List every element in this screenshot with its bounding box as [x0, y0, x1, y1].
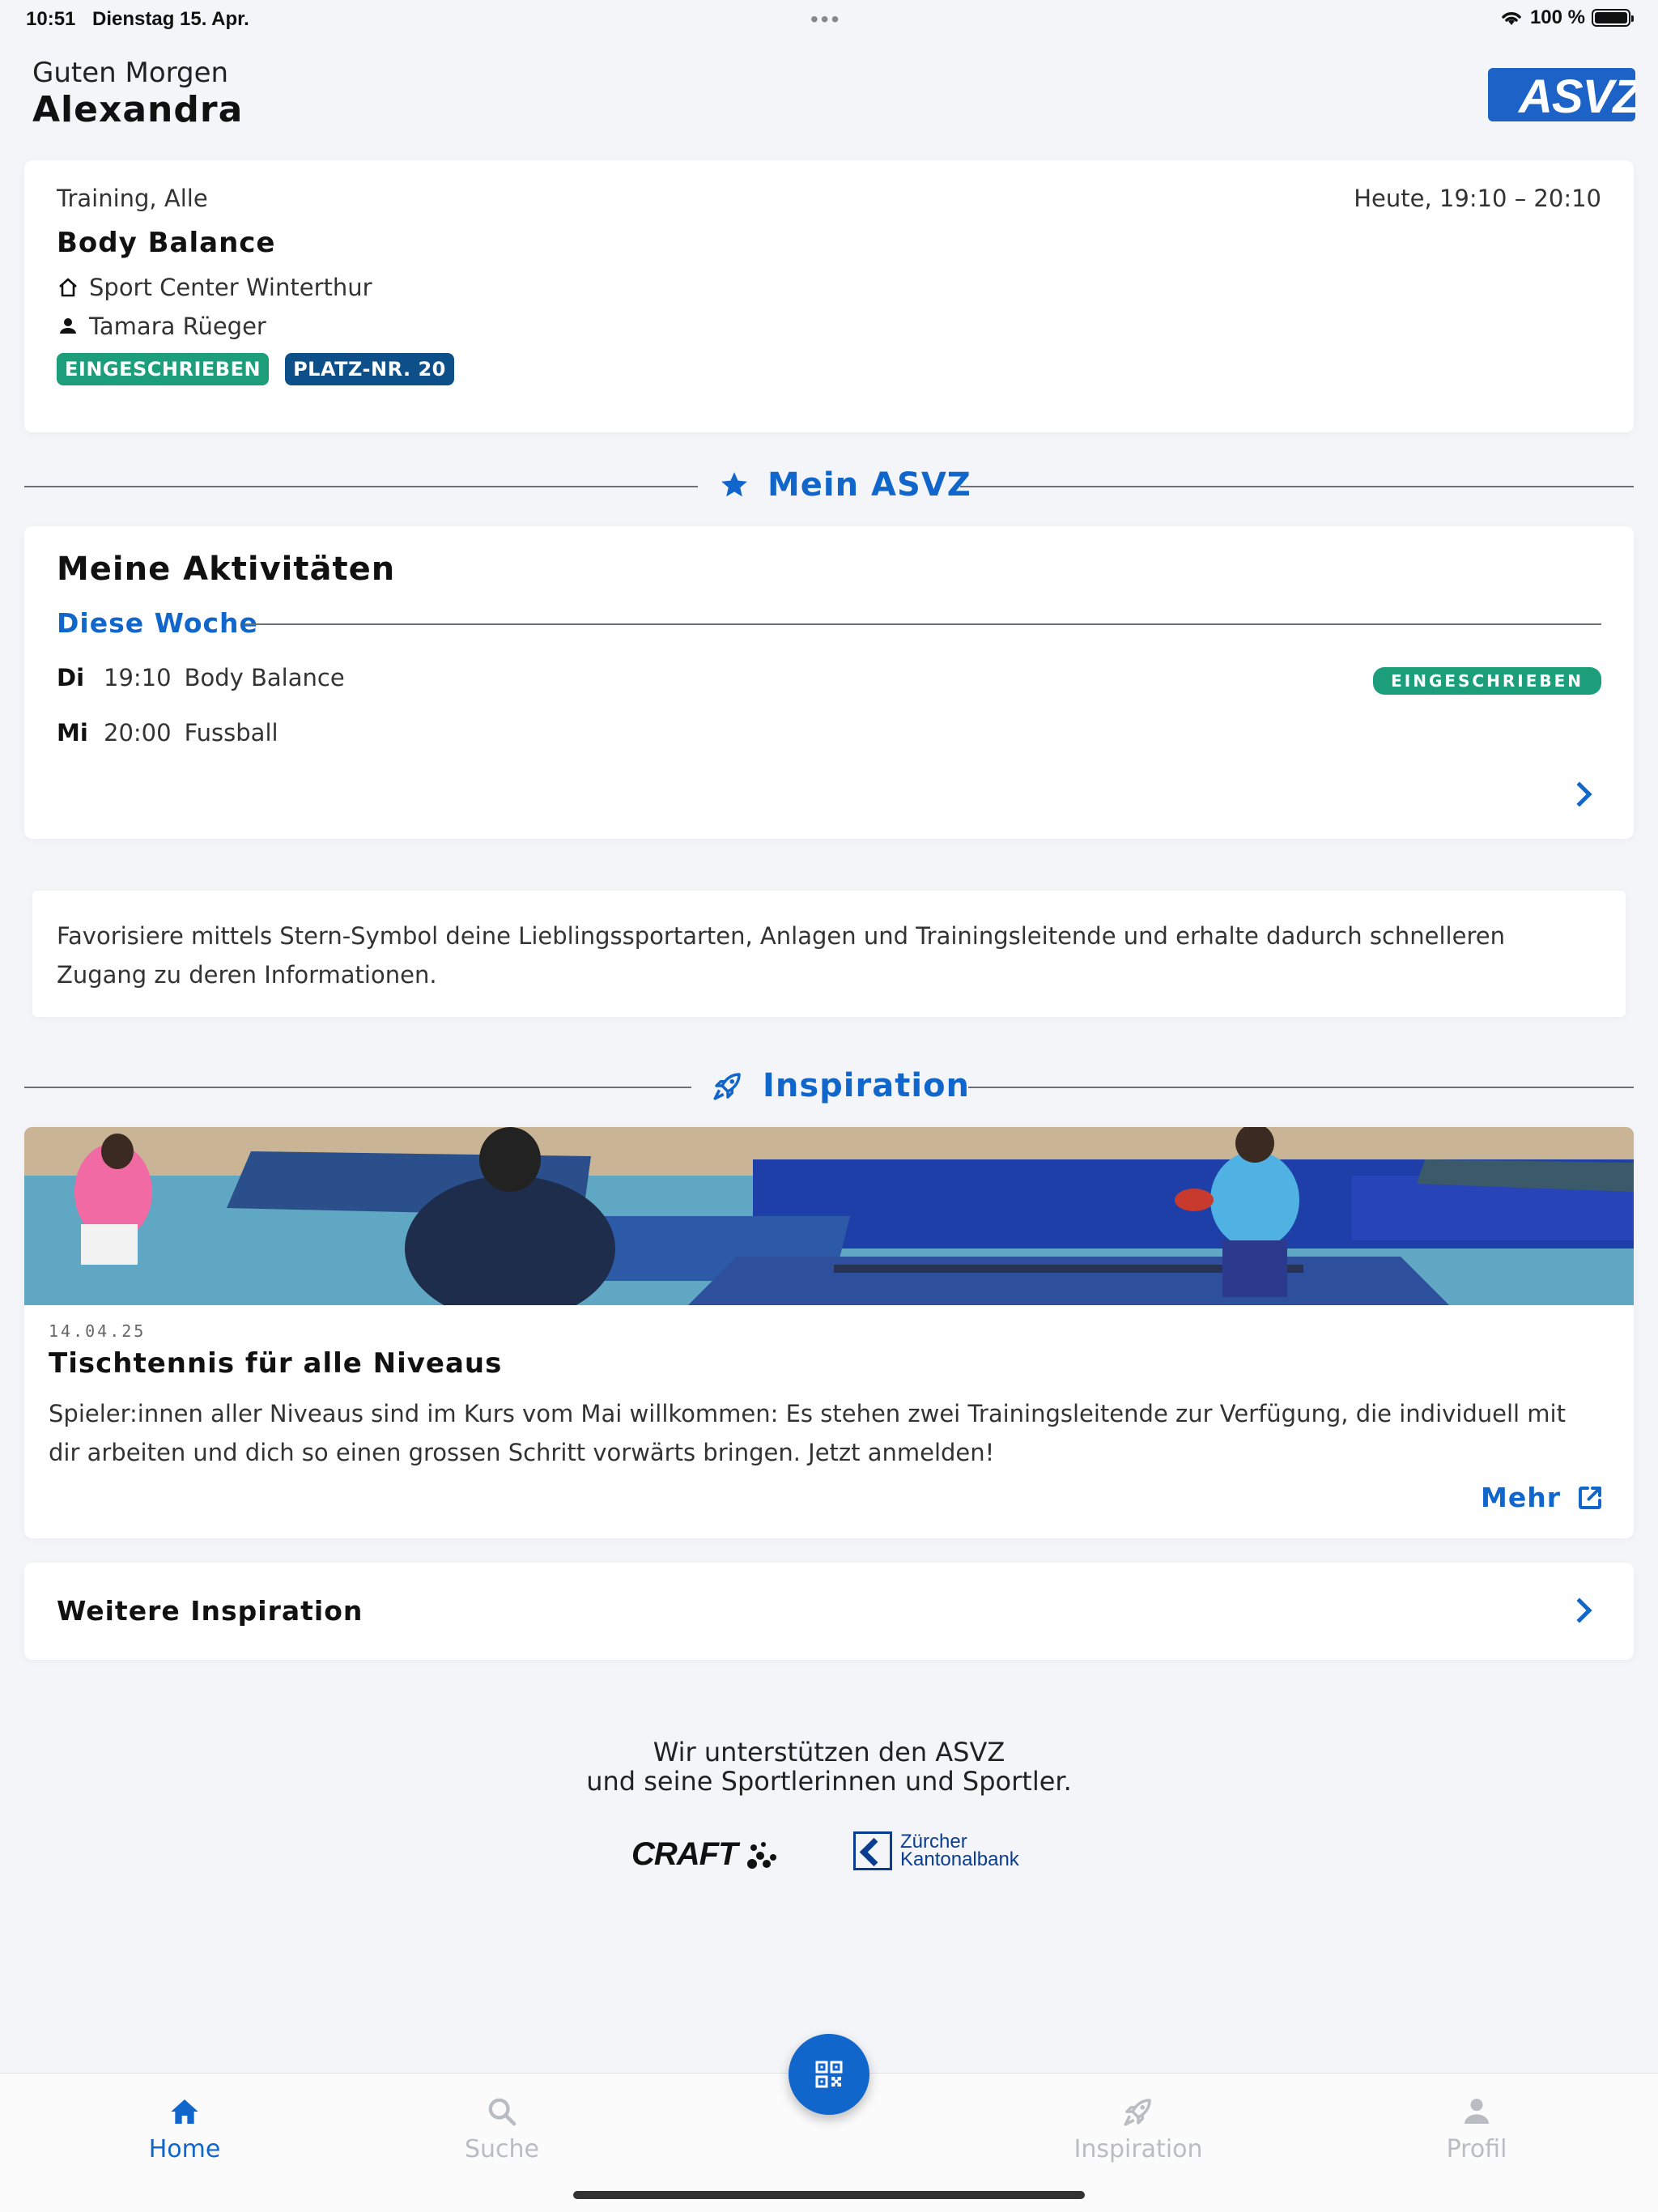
activity-enrolled-badge: EINGESCHRIEBEN [1373, 667, 1601, 695]
article-body: Spieler:innen aller Niveaus sind im Kurs… [49, 1400, 1566, 1466]
more-inspiration-label: Weitere Inspiration [57, 1595, 363, 1627]
status-date: Dienstag 15. Apr. [92, 8, 249, 30]
activity-time: 19:10 [104, 664, 172, 691]
external-link-icon [1579, 1486, 1601, 1509]
training-badges: EINGESCHRIEBEN PLATZ-NR. 20 [57, 353, 454, 385]
training-title: Body Balance [57, 227, 276, 259]
more-link[interactable]: Mehr [1481, 1482, 1605, 1513]
craft-logo-text: CRAFT [631, 1836, 738, 1872]
training-trainer: Tamara Rüeger [89, 313, 266, 340]
section-title-inspiration: Inspiration [711, 1067, 970, 1104]
zkb-mark-icon [853, 1831, 892, 1870]
tab-label: Profil [1446, 2135, 1507, 2163]
more-label: Mehr [1481, 1482, 1561, 1513]
qr-code-icon [815, 2061, 843, 2088]
divider-line [960, 486, 1634, 487]
greeting-line: Guten Morgen [32, 57, 229, 89]
chevron-right-icon[interactable] [1567, 1597, 1592, 1623]
section-title-text: Mein ASVZ [767, 466, 971, 504]
tab-label: Home [148, 2135, 221, 2163]
section-title-text: Inspiration [763, 1067, 971, 1104]
status-right: 100 % [1499, 6, 1634, 29]
star-icon [721, 472, 747, 497]
article-title: Tischtennis für alle Niveaus [49, 1347, 503, 1380]
activity-day: Di [57, 664, 85, 691]
divider-line [24, 486, 698, 487]
zkb-name-2: Kantonalbank [900, 1848, 1019, 1870]
place-number-badge: PLATZ-NR. 20 [285, 353, 454, 385]
next-training-card[interactable]: Training, Alle Heute, 19:10 – 20:10 Body… [24, 160, 1634, 432]
article-date: 14.04.25 [49, 1321, 147, 1341]
activity-name: Fussball [184, 719, 278, 747]
activity-name: Body Balance [184, 664, 345, 691]
multitasking-dots-icon[interactable]: ••• [810, 8, 841, 31]
activity-day: Mi [57, 719, 88, 747]
week-divider [244, 623, 1601, 625]
tab-label: Inspiration [1073, 2135, 1203, 2163]
house-icon [59, 278, 77, 297]
rocket-icon [713, 1073, 741, 1100]
craft-dots-icon [746, 1842, 776, 1870]
sponsor-line-2: und seine Sportlerinnen und Sportler. [586, 1766, 1072, 1797]
tab-home[interactable]: Home [104, 2091, 266, 2163]
chevron-right-icon[interactable] [1567, 781, 1592, 807]
home-icon [171, 2099, 198, 2124]
table-tennis-photo [24, 1127, 1634, 1305]
training-time: Heute, 19:10 – 20:10 [1354, 185, 1601, 212]
logo-text: ASVZ [1519, 70, 1635, 121]
my-activities-card[interactable]: Meine Aktivitäten Diese Woche Di 19:10 B… [24, 526, 1634, 839]
wifi-icon [1502, 12, 1521, 25]
sponsor-text: Wir unterstützen den ASVZ und seine Spor… [0, 1738, 1658, 1796]
tab-profile[interactable]: Profil [1396, 2091, 1558, 2163]
craft-logo: CRAFT [631, 1836, 780, 1873]
activity-time: 20:00 [104, 719, 172, 747]
my-activities-title: Meine Aktivitäten [57, 551, 396, 588]
tab-search[interactable]: Suche [421, 2091, 583, 2163]
more-inspiration-card[interactable]: Weitere Inspiration [24, 1563, 1634, 1660]
search-icon [488, 2098, 517, 2126]
tab-label: Suche [464, 2135, 540, 2163]
person-icon [60, 318, 76, 334]
person-icon [1465, 2099, 1489, 2124]
qr-code-button[interactable] [789, 2034, 869, 2115]
sponsor-line-1: Wir unterstützen den ASVZ [653, 1737, 1005, 1767]
status-bar: 10:51 Dienstag 15. Apr. ••• 100 % [0, 6, 1658, 39]
training-location-row: Sport Center Winterthur [57, 274, 372, 301]
enrolled-badge: EINGESCHRIEBEN [57, 353, 270, 385]
training-category: Training, Alle [57, 185, 208, 212]
divider-line [24, 1087, 691, 1088]
training-trainer-row: Tamara Rüeger [57, 313, 266, 340]
section-header-mein-asvz: Mein ASVZ [24, 462, 1634, 510]
battery-icon [1592, 9, 1634, 27]
section-header-inspiration: Inspiration [24, 1062, 1634, 1111]
training-location: Sport Center Winterthur [89, 274, 372, 301]
favorites-hint-text: Favorisiere mittels Stern-Symbol deine L… [57, 922, 1505, 989]
asvz-logo: ASVZ [1488, 68, 1635, 121]
status-time: 10:51 [26, 8, 76, 30]
rocket-icon [1124, 2099, 1151, 2126]
week-label: Diese Woche [57, 607, 258, 639]
activity-row[interactable]: Mi 20:00 Fussball [57, 719, 278, 747]
section-title-mein-asvz: Mein ASVZ [719, 466, 971, 504]
activity-row[interactable]: Di 19:10 Body Balance [57, 664, 345, 691]
inspiration-article-card[interactable]: 14.04.25 Tischtennis für alle Niveaus Sp… [24, 1127, 1634, 1538]
divider-line [968, 1087, 1634, 1088]
zkb-logo: Zürcher Kantonalbank [853, 1831, 1019, 1870]
battery-percent: 100 % [1529, 6, 1585, 28]
user-name: Alexandra [32, 89, 244, 130]
home-indicator[interactable] [573, 2191, 1085, 2199]
tab-inspiration[interactable]: Inspiration [1057, 2091, 1219, 2163]
favorites-hint-card: Favorisiere mittels Stern-Symbol deine L… [32, 891, 1626, 1017]
